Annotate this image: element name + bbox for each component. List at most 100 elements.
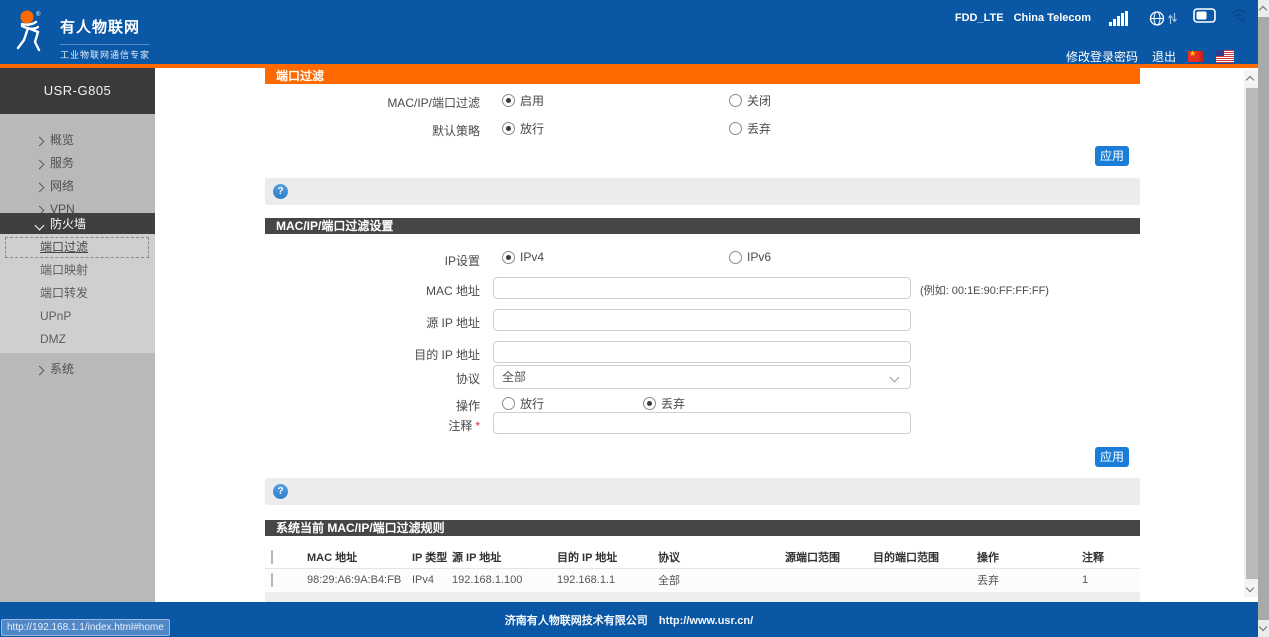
window-scrollbar[interactable] xyxy=(1258,0,1269,637)
scroll-down-button[interactable] xyxy=(1258,620,1269,637)
radio-icon xyxy=(729,251,742,264)
device-model: USR-G805 xyxy=(0,68,155,114)
scrollbar-thumb[interactable] xyxy=(1246,88,1258,579)
network-status-row: FDD_LTE China Telecom xyxy=(955,8,1247,28)
table-row: 98:29:A6:9A:B4:FB IPv4 192.168.1.100 192… xyxy=(265,569,1140,591)
main-content: 端口过滤 MAC/IP/端口过滤 启用 关闭 默认策略 放行 丢弃 应用 xyxy=(155,68,1244,602)
network-type: FDD_LTE xyxy=(955,12,1004,24)
col-header: 目的 IP 地址 xyxy=(557,549,658,565)
field-label: 操作 xyxy=(295,397,480,414)
radio-icon xyxy=(502,122,515,135)
sidebar-item-services[interactable]: 服务 xyxy=(0,152,155,175)
protocol-select[interactable]: 全部 xyxy=(493,365,911,389)
section-title-port-filter: 端口过滤 xyxy=(265,68,1140,84)
logout-link[interactable]: 退出 xyxy=(1152,48,1176,65)
radio-icon xyxy=(643,397,656,410)
sidebar-item-overview[interactable]: 概览 xyxy=(0,129,155,152)
field-label: 协议 xyxy=(295,370,480,387)
field-label: MAC 地址 xyxy=(295,282,480,299)
cell-src-ip: 192.168.1.100 xyxy=(452,574,557,586)
apply-button-settings[interactable]: 应用 xyxy=(1095,447,1129,467)
company-name: 济南有人物联网技术有限公司 xyxy=(505,615,648,627)
us-flag-icon[interactable] xyxy=(1216,50,1234,63)
help-band xyxy=(265,178,1140,205)
field-label: IP设置 xyxy=(295,252,480,269)
chevron-right-icon xyxy=(35,183,45,193)
brand-name: 有人物联网 xyxy=(60,16,150,37)
section-title-filter-settings: MAC/IP/端口过滤设置 xyxy=(265,218,1140,234)
sidebar-subitem-port-mapping[interactable]: 端口映射 xyxy=(0,259,155,282)
cell-dst-ip: 192.168.1.1 xyxy=(557,574,658,586)
china-flag-icon[interactable] xyxy=(1188,51,1204,62)
sidebar-item-firewall[interactable]: 防火墙 xyxy=(0,213,155,236)
firewall-submenu: 端口过滤 端口映射 端口转发 UPnP DMZ xyxy=(0,234,155,353)
col-header: 注释 xyxy=(1082,549,1140,565)
scroll-up-button[interactable] xyxy=(1258,0,1269,17)
help-icon[interactable] xyxy=(273,484,288,499)
status-url-tooltip: http://192.168.1.1/index.html#home xyxy=(1,619,170,636)
radio-icon xyxy=(502,397,515,410)
help-icon[interactable] xyxy=(273,184,288,199)
brand: ® 有人物联网 工业物联网通信专家 xyxy=(14,8,150,61)
signal-bars-icon xyxy=(1109,11,1129,26)
cell-protocol: 全部 xyxy=(658,572,785,588)
cell-comment: 1 xyxy=(1082,574,1140,586)
sidebar-subitem-upnp[interactable]: UPnP xyxy=(0,305,155,328)
required-asterisk: * xyxy=(475,419,480,433)
sidebar-item-network[interactable]: 网络 xyxy=(0,175,155,198)
wifi-off-icon xyxy=(1230,8,1247,28)
radio-accept[interactable]: 放行 xyxy=(502,120,544,137)
col-header: 目的端口范围 xyxy=(873,549,977,565)
radio-enable[interactable]: 启用 xyxy=(502,92,544,109)
radio-action-drop[interactable]: 丢弃 xyxy=(643,395,685,412)
radio-disable[interactable]: 关闭 xyxy=(729,92,771,109)
col-header: 操作 xyxy=(977,549,1082,565)
cell-ip-type: IPv4 xyxy=(412,574,452,586)
destination-ip-input[interactable] xyxy=(493,341,911,363)
change-password-link[interactable]: 修改登录密码 xyxy=(1066,48,1138,65)
source-ip-input[interactable] xyxy=(493,309,911,331)
sim-card-icon xyxy=(1193,8,1216,28)
sidebar-subitem-dmz[interactable]: DMZ xyxy=(0,328,155,351)
chevron-right-icon xyxy=(35,366,45,376)
col-header: MAC 地址 xyxy=(307,549,412,565)
sidebar-subitem-port-forwarding[interactable]: 端口转发 xyxy=(0,282,155,305)
content-scrollbar[interactable] xyxy=(1244,70,1258,597)
radio-icon xyxy=(729,94,742,107)
sidebar-subitem-port-filter[interactable]: 端口过滤 xyxy=(0,236,155,259)
top-header: ® 有人物联网 工业物联网通信专家 FDD_LTE China Telecom xyxy=(0,0,1258,64)
chevron-down-icon xyxy=(35,221,45,231)
comment-input[interactable] xyxy=(493,412,911,434)
radio-icon xyxy=(502,94,515,107)
mac-address-input[interactable] xyxy=(493,277,911,299)
section-title-current-rules: 系统当前 MAC/IP/端口过滤规则 xyxy=(265,520,1140,536)
account-links-row: 修改登录密码 退出 xyxy=(1066,48,1234,65)
company-url[interactable]: http://www.usr.cn/ xyxy=(659,615,753,627)
chevron-down-icon xyxy=(890,373,900,383)
scrollbar-thumb[interactable] xyxy=(1258,17,1269,620)
brand-tagline: 工业物联网通信专家 xyxy=(60,44,150,61)
radio-action-accept[interactable]: 放行 xyxy=(502,395,544,412)
scroll-up-button[interactable] xyxy=(1244,70,1258,86)
row-checkbox[interactable] xyxy=(271,573,273,587)
radio-icon xyxy=(502,251,515,264)
select-all-checkbox[interactable] xyxy=(271,550,273,564)
chevron-right-icon xyxy=(35,160,45,170)
field-label: MAC/IP/端口过滤 xyxy=(295,94,480,111)
router-admin-page: ® 有人物联网 工业物联网通信专家 FDD_LTE China Telecom xyxy=(0,0,1269,637)
col-header: IP 类型 xyxy=(412,549,452,565)
radio-drop[interactable]: 丢弃 xyxy=(729,120,771,137)
field-label: 源 IP 地址 xyxy=(295,314,480,331)
scroll-down-button[interactable] xyxy=(1244,581,1258,597)
radio-icon xyxy=(729,122,742,135)
field-label: 默认策略 xyxy=(295,122,480,139)
table-bottom-stripe xyxy=(265,592,1140,602)
col-header: 源 IP 地址 xyxy=(452,549,557,565)
apply-button-filter[interactable]: 应用 xyxy=(1095,146,1129,166)
radio-ipv4[interactable]: IPv4 xyxy=(502,250,544,264)
col-header: 协议 xyxy=(658,549,785,565)
cell-mac: 98:29:A6:9A:B4:FB xyxy=(307,574,412,586)
footer: 济南有人物联网技术有限公司 http://www.usr.cn/ xyxy=(0,602,1258,637)
radio-ipv6[interactable]: IPv6 xyxy=(729,250,771,264)
sidebar-item-system[interactable]: 系统 xyxy=(0,358,155,381)
